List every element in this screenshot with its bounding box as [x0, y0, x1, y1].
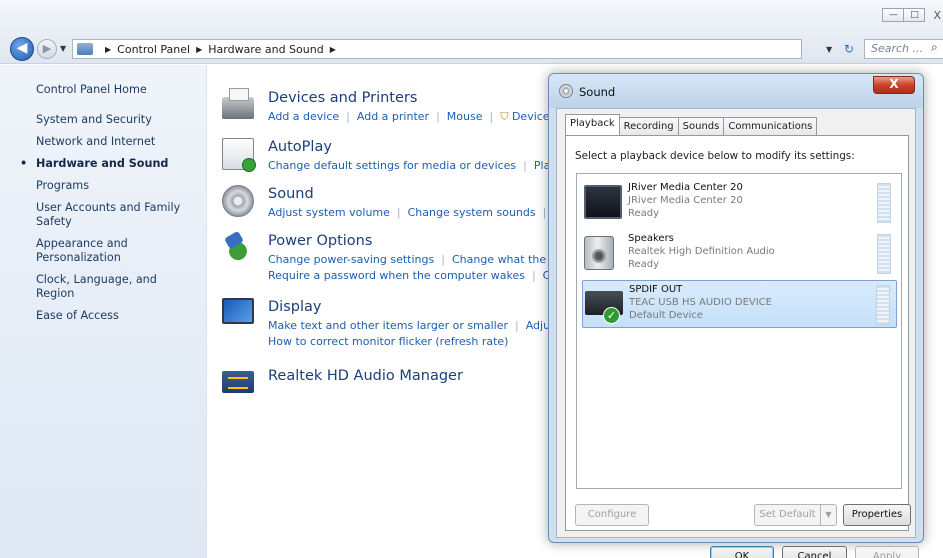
- tab-communications[interactable]: Communications: [723, 117, 818, 135]
- ok-button[interactable]: OK: [710, 546, 774, 558]
- sidebar-item-network-and-internet[interactable]: Network and Internet: [36, 135, 196, 149]
- window-close-button[interactable]: X: [933, 9, 941, 22]
- speaker-icon: [559, 84, 573, 98]
- sidebar-item-appearance[interactable]: Appearance and Personalization: [36, 237, 196, 265]
- dialog-title: Sound: [579, 85, 616, 99]
- chevron-right-icon[interactable]: ▶: [330, 45, 336, 54]
- navigation-bar: ◀ ▶ ▼ ▶ Control Panel ▶ Hardware and Sou…: [0, 34, 943, 64]
- printer-icon[interactable]: [222, 88, 254, 119]
- shield-icon: ⛉: [500, 110, 512, 123]
- device-description: TEAC USB HS AUDIO DEVICE: [629, 297, 772, 308]
- category-sound: Sound Adjust system volume | Change system…: [222, 185, 563, 221]
- tab-strip: Playback Recording Sounds Communications: [565, 114, 818, 135]
- window-titlebar: — □ X: [0, 0, 943, 34]
- tab-playback[interactable]: Playback: [565, 114, 620, 135]
- sidebar-item-hardware-and-sound[interactable]: Hardware and Sound: [20, 157, 196, 171]
- realtek-icon[interactable]: [222, 371, 254, 393]
- chevron-right-icon[interactable]: ▶: [196, 45, 202, 54]
- category-display: Display Make text and other items larger…: [222, 298, 560, 350]
- device-status: Ready: [628, 259, 660, 270]
- address-box[interactable]: ▶ Control Panel ▶ Hardware and Sound ▶: [72, 39, 802, 59]
- link-add-device[interactable]: Add a device: [268, 110, 339, 123]
- history-dropdown-icon[interactable]: ▼: [60, 44, 66, 53]
- device-row-jriver[interactable]: JRiver Media Center 20 JRiver Media Cent…: [582, 179, 897, 227]
- link-make-text-larger[interactable]: Make text and other items larger or smal…: [268, 319, 508, 332]
- category-power-options: Power Options Change power-saving settin…: [222, 232, 564, 284]
- link-change-power-saving[interactable]: Change power-saving settings: [268, 253, 434, 266]
- autoplay-icon[interactable]: [222, 138, 256, 172]
- category-realtek: Realtek HD Audio Manager: [222, 367, 463, 393]
- tab-sounds[interactable]: Sounds: [677, 117, 725, 135]
- monitor-icon: [584, 185, 622, 219]
- tab-recording[interactable]: Recording: [618, 117, 679, 135]
- device-status: Default Device: [629, 310, 703, 321]
- link-device-manager[interactable]: Device: [512, 110, 550, 123]
- sidebar-item-ease-of-access[interactable]: Ease of Access: [36, 309, 196, 323]
- dialog-titlebar[interactable]: Sound X: [549, 74, 923, 108]
- set-default-button[interactable]: Set Default: [754, 504, 821, 526]
- chevron-down-icon[interactable]: ▼: [820, 504, 837, 526]
- chevron-right-icon[interactable]: ▶: [105, 45, 111, 54]
- close-icon[interactable]: X: [873, 76, 915, 94]
- link-monitor-flicker[interactable]: How to correct monitor flicker (refresh …: [268, 335, 508, 348]
- breadcrumb-hardware-and-sound[interactable]: Hardware and Sound: [208, 43, 323, 56]
- category-title[interactable]: Sound: [268, 185, 563, 203]
- device-description: Realtek High Definition Audio: [628, 246, 775, 257]
- speaker-icon[interactable]: [222, 185, 254, 217]
- category-title[interactable]: AutoPlay: [268, 138, 568, 156]
- level-meter: [876, 285, 890, 325]
- link-adjust-volume[interactable]: Adjust system volume: [268, 206, 390, 219]
- link-change-default-settings[interactable]: Change default settings for media or dev…: [268, 159, 516, 172]
- breadcrumb-control-panel[interactable]: Control Panel: [117, 43, 190, 56]
- minimize-button[interactable]: —: [882, 8, 905, 22]
- category-devices-and-printers: Devices and Printers Add a device | Add a …: [222, 88, 550, 125]
- window-controls: — □ X: [882, 8, 941, 22]
- sound-dialog: Sound X Playback Recording Sounds Commun…: [548, 73, 924, 558]
- power-icon[interactable]: [222, 232, 254, 264]
- sidebar-item-user-accounts[interactable]: User Accounts and Family Safety: [36, 201, 196, 229]
- link-power-buttons[interactable]: Change what the po: [452, 253, 563, 266]
- instruction-text: Select a playback device below to modify…: [575, 150, 855, 162]
- cancel-button[interactable]: Cancel: [782, 546, 847, 558]
- category-title[interactable]: Devices and Printers: [268, 89, 550, 107]
- sidebar: Control Panel Home System and Security N…: [0, 65, 207, 558]
- level-meter: [877, 183, 891, 223]
- link-mouse[interactable]: Mouse: [447, 110, 483, 123]
- properties-button[interactable]: Properties: [843, 504, 911, 526]
- link-add-printer[interactable]: Add a printer: [357, 110, 429, 123]
- category-title[interactable]: Display: [268, 298, 560, 316]
- playback-panel: Select a playback device below to modify…: [565, 135, 909, 531]
- device-status: Ready: [628, 208, 660, 219]
- link-change-system-sounds[interactable]: Change system sounds: [408, 206, 536, 219]
- category-title[interactable]: Realtek HD Audio Manager: [268, 367, 463, 385]
- device-name: Speakers: [628, 233, 674, 244]
- dialog-body: Playback Recording Sounds Communications…: [556, 108, 919, 558]
- apply-button[interactable]: Apply: [855, 546, 919, 558]
- sidebar-item-system-and-security[interactable]: System and Security: [36, 113, 196, 127]
- forward-button[interactable]: ▶: [37, 39, 57, 59]
- link-require-password[interactable]: Require a password when the computer wak…: [268, 269, 525, 282]
- maximize-button[interactable]: □: [903, 8, 926, 22]
- category-title[interactable]: Power Options: [268, 232, 564, 250]
- sidebar-item-control-panel-home[interactable]: Control Panel Home: [36, 83, 196, 97]
- configure-button[interactable]: Configure: [575, 504, 649, 526]
- category-autoplay: AutoPlay Change default settings for med…: [222, 138, 568, 174]
- sidebar-item-clock-language-region[interactable]: Clock, Language, and Region: [36, 273, 196, 301]
- check-icon: ✓: [603, 307, 620, 324]
- speaker-box-icon: [584, 236, 614, 270]
- device-name: JRiver Media Center 20: [628, 182, 743, 193]
- sidebar-item-programs[interactable]: Programs: [36, 179, 196, 193]
- address-dropdown-icon[interactable]: ▼: [826, 45, 832, 54]
- control-panel-icon: [77, 43, 93, 55]
- search-icon[interactable]: ⌕: [931, 40, 938, 55]
- display-icon[interactable]: [222, 298, 254, 324]
- level-meter: [877, 234, 891, 274]
- device-row-spdif-out[interactable]: ✓ SPDIF OUT TEAC USB HS AUDIO DEVICE Def…: [582, 280, 897, 328]
- device-row-speakers[interactable]: Speakers Realtek High Definition Audio R…: [582, 230, 897, 278]
- back-button[interactable]: ◀: [10, 37, 34, 61]
- device-description: JRiver Media Center 20: [628, 195, 743, 206]
- refresh-icon[interactable]: ↻: [844, 42, 854, 56]
- device-list[interactable]: JRiver Media Center 20 JRiver Media Cent…: [576, 173, 902, 489]
- device-name: SPDIF OUT: [629, 284, 683, 295]
